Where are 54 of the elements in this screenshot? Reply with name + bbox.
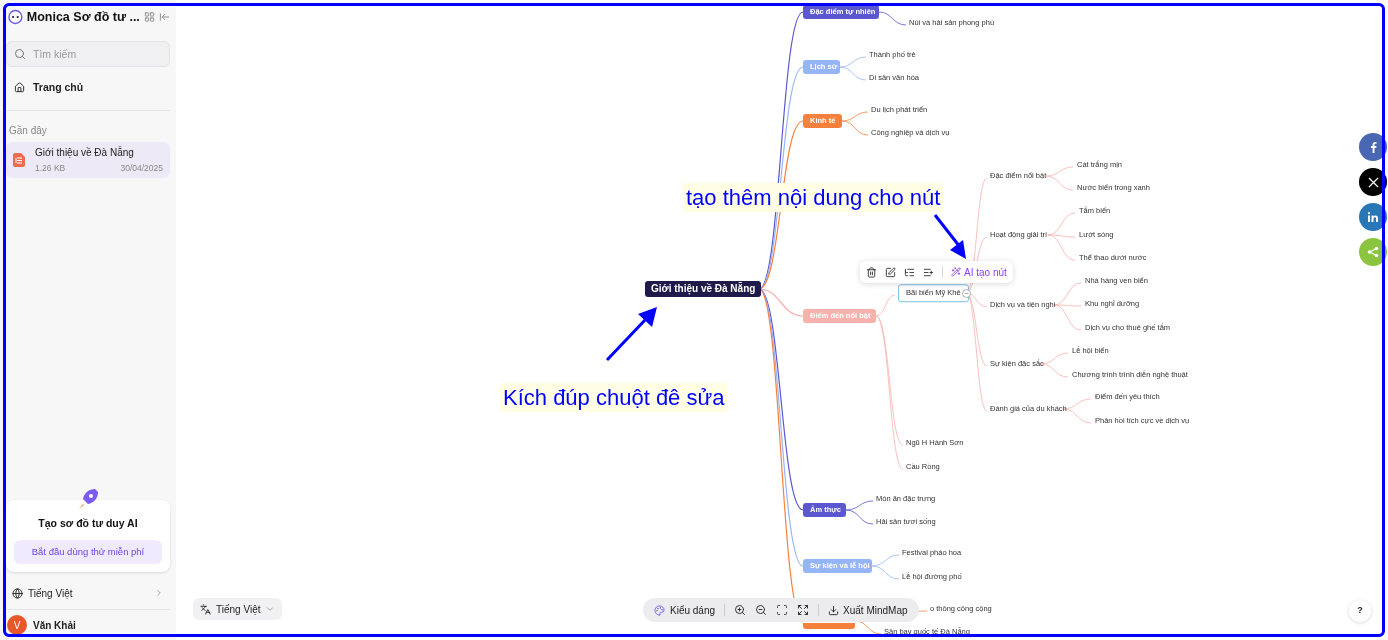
branch-node[interactable] [803, 623, 855, 629]
search-field[interactable]: Tìm kiếm [6, 40, 170, 67]
help-button[interactable]: ? [1349, 600, 1371, 622]
palette-icon [654, 604, 665, 616]
annotation-text: tạo thêm nội dung cho nút [683, 183, 944, 212]
magic-wand-icon [951, 267, 961, 277]
annotation-text: Kích đúp chuột đê sửa [500, 383, 728, 412]
facebook-share-button[interactable] [1359, 133, 1387, 161]
linkedin-share-button[interactable] [1359, 203, 1387, 231]
home-icon [14, 82, 25, 94]
collapse-toggle-icon[interactable] [962, 289, 971, 298]
connector-line [878, 11, 907, 26]
connector-line [839, 56, 867, 68]
style-button[interactable]: Kiểu dáng [654, 602, 716, 618]
root-node[interactable]: Giới thiệu về Đà Nẵng [645, 281, 762, 297]
file-name: Giới thiệu về Đà Nẵng [35, 145, 135, 160]
language-button[interactable]: Tiếng Việt [193, 598, 283, 620]
section-heading: Gần đây [8, 123, 48, 138]
download-icon [828, 604, 840, 616]
user-avatar[interactable]: V [7, 615, 27, 635]
facebook-icon [1369, 141, 1377, 153]
free-trial-button[interactable]: Bắt đầu dùng thử miễn phí [14, 539, 162, 564]
connector-line [871, 565, 900, 580]
promo-title: Tạo sơ đồ tư duy AI [38, 516, 138, 532]
linkedin-icon [1368, 212, 1378, 222]
recent-file[interactable]: Giới thiệu về Đà Nẵng 1.26 KB 30/04/2025 [6, 141, 170, 178]
search-icon [14, 47, 26, 60]
file-date: 30/04/2025 [120, 161, 163, 175]
mindmap-file-icon [13, 152, 25, 167]
share-icon [1367, 246, 1379, 258]
edit-icon[interactable] [885, 266, 896, 278]
language-menu[interactable]: Tiếng Việt [6, 582, 170, 604]
zoom-in-icon[interactable] [734, 604, 747, 616]
zoom-out-icon[interactable] [755, 604, 768, 616]
grid-icon[interactable] [143, 11, 155, 24]
user-name: Văn Khải [33, 618, 76, 633]
chevron-down-icon [265, 604, 276, 614]
fullscreen-icon[interactable] [797, 604, 810, 616]
x-share-button[interactable] [1359, 168, 1387, 196]
chevron-right-icon [154, 588, 164, 598]
connector-line [871, 554, 900, 567]
logo-icon [8, 9, 23, 26]
export-button[interactable]: Xuất MindMap [828, 602, 908, 618]
connector-line [839, 66, 867, 81]
fit-view-icon[interactable] [776, 604, 789, 616]
file-size: 1.26 KB [35, 161, 66, 175]
nav-item[interactable]: Trang chủ [6, 75, 170, 100]
translate-icon [200, 603, 211, 615]
share-button[interactable] [1359, 238, 1387, 266]
delete-icon[interactable] [866, 266, 877, 278]
x-icon [1367, 176, 1379, 188]
app-title: Monica Sơ đồ tư ... [26, 9, 140, 26]
globe-icon [12, 587, 23, 599]
ai-generate-button[interactable]: AI tạo nút [951, 264, 1007, 280]
